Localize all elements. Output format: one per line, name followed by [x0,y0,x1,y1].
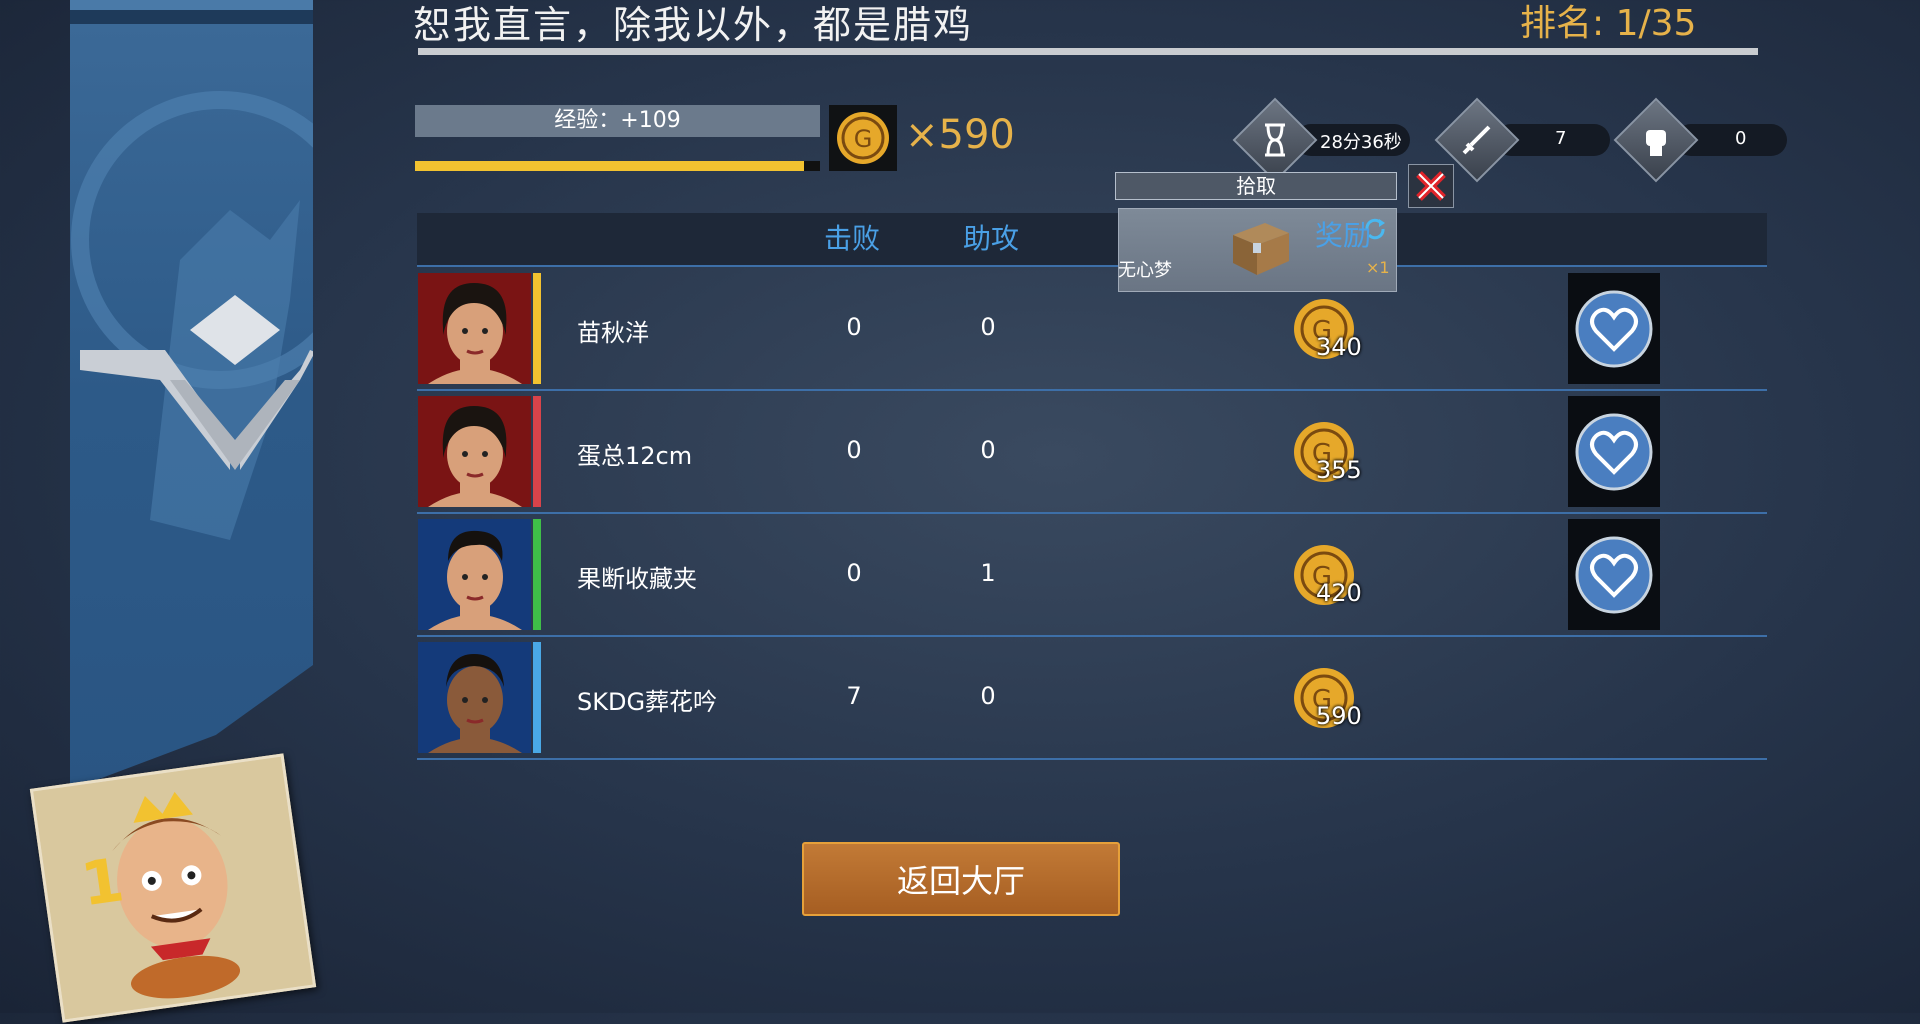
svg-text:G: G [854,125,873,153]
defeat-count: 7 [846,682,862,710]
header-divider [417,265,1767,267]
player-portrait [418,519,531,630]
reward-owner: 无心梦 [1118,260,1172,281]
page-title: 恕我直言，除我以外，都是腊鸡 [413,3,974,47]
team-banner [70,0,313,790]
power-value: 0 [1735,128,1747,149]
assist-count: 0 [980,436,996,464]
header-assist: 助攻 [963,222,1020,255]
close-icon [1416,171,1446,201]
assist-count: 0 [980,313,996,341]
defeat-count: 0 [846,559,862,587]
reward-quantity: ×1 [1366,258,1390,277]
banner-strip-dark [70,10,313,24]
row-divider [417,389,1767,391]
treasure-chest-icon [1233,223,1289,275]
kills-value: 7 [1555,128,1567,149]
assist-count: 1 [980,559,996,587]
heart-icon [1575,413,1653,490]
heart-icon [1575,290,1653,367]
team-color-bar [533,273,541,384]
dagger-icon [1434,97,1520,183]
team-color-bar [533,642,541,753]
table-header [417,213,1767,265]
reward-coins: 590 [1316,702,1362,730]
defeat-count: 0 [846,436,862,464]
player-name: 苗秋洋 [577,319,649,347]
champion-card-image: 1 [29,753,317,1023]
header-defeat: 击败 [824,222,881,255]
like-button[interactable] [1568,273,1660,384]
defeat-count: 0 [846,313,862,341]
player-name: 果断收藏夹 [577,565,697,593]
player-portrait [418,273,531,384]
exp-label: 经验：+109 [554,108,681,133]
team-color-bar [533,519,541,630]
rank-text: 排名: 1/35 [1520,3,1697,44]
assist-count: 0 [980,682,996,710]
exp-progress-fill [415,161,804,171]
back-to-lobby-button[interactable]: 返回大厅 [802,842,1120,916]
team-emblem-icon [71,91,313,540]
row-divider [417,512,1767,514]
title-divider [418,48,1758,55]
fist-icon [1613,97,1699,183]
coin-icon: G [829,105,897,171]
like-button[interactable] [1568,519,1660,630]
player-portrait [418,642,531,753]
hourglass-icon [1232,97,1318,183]
coin-count: ×590 [905,112,1015,158]
team-color-bar [533,396,541,507]
player-portrait [418,396,531,507]
banner-strip [70,0,313,10]
player-name: 蛋总12cm [577,442,693,470]
close-button[interactable] [1408,164,1454,208]
row-divider [417,635,1767,637]
player-name: SKDG葬花吟 [577,688,718,716]
heart-icon [1575,536,1653,613]
row-divider [417,758,1767,760]
reward-coins: 355 [1316,456,1362,484]
reward-coins: 340 [1316,333,1362,361]
time-value: 28分36秒 [1320,132,1402,153]
reward-label: 奖励 [1315,219,1372,252]
pickup-label[interactable]: 拾取 [1115,172,1397,200]
like-button[interactable] [1568,396,1660,507]
reward-coins: 420 [1316,579,1362,607]
